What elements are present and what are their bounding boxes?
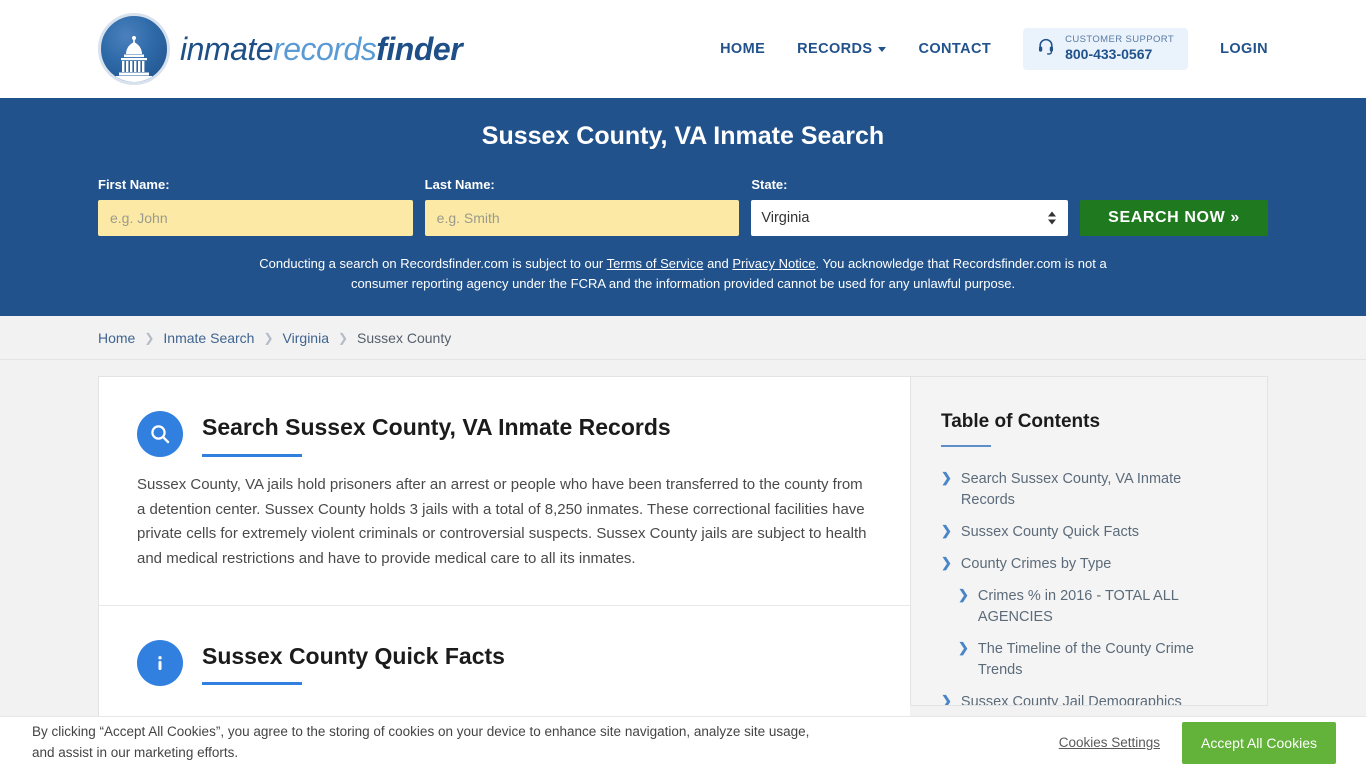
chevron-right-icon: ❯ [941,470,952,486]
cookie-banner-text: By clicking “Accept All Cookies”, you ag… [32,724,810,760]
logo-wordmark: inmaterecordsfinder [180,31,463,67]
cookies-settings-link[interactable]: Cookies Settings [1059,735,1160,750]
breadcrumb: Home ❯ Inmate Search ❯ Virginia ❯ Sussex… [0,316,1366,361]
state-label: State: [751,177,788,192]
logo-word-records: records [273,31,377,67]
toc-list: ❯ Search Sussex County, VA Inmate Record… [941,469,1237,707]
disclaimer-text-part1: Conducting a search on Recordsfinder.com… [259,256,607,271]
nav-item-home-label: HOME [720,40,766,57]
state-select[interactable]: Virginia [751,200,1068,236]
toc-item-label: Crimes % in 2016 - TOTAL ALL AGENCIES [977,588,1179,626]
breadcrumb-item-inmate-search[interactable]: Inmate Search [163,330,254,346]
terms-of-service-link[interactable]: Terms of Service [607,256,704,271]
logo-word-finder: finder [376,31,463,67]
support-label: CUSTOMER SUPPORT [1065,34,1175,46]
section-body-search-records: Sussex County, VA jails hold prisoners a… [137,476,867,567]
section-title-quick-facts: Sussex County Quick Facts [202,642,505,669]
breadcrumb-separator-icon: ❯ [337,330,349,345]
breadcrumb-separator-icon: ❯ [263,330,274,345]
main-navigation: HOME RECORDS CONTACT CUSTOMER SUPPORT 80… [720,28,1268,70]
toc-item-crimes-percent-2016[interactable]: ❯ Crimes % in 2016 - TOTAL ALL AGENCIES [941,586,1237,628]
nav-item-home[interactable]: HOME [720,41,765,57]
title-accent-rule [202,453,302,457]
breadcrumb-item-home[interactable]: Home [98,330,135,346]
site-logo[interactable]: inmaterecordsfinder [98,13,463,85]
headset-icon [1037,37,1055,60]
breadcrumb-item-virginia[interactable]: Virginia [283,330,329,346]
chevron-right-icon: ❯ [941,555,952,571]
first-name-input[interactable] [98,200,413,236]
section-search-inmate-records: Search Sussex County, VA Inmate Records … [99,377,910,607]
toc-item-label: Search Sussex County, VA Inmate Records [960,471,1182,509]
cookie-banner-actions: Cookies Settings Accept All Cookies [1059,721,1336,764]
accept-all-cookies-button[interactable]: Accept All Cookies [1182,721,1336,764]
nav-item-records[interactable]: RECORDS [797,40,887,57]
breadcrumb-separator-icon: ❯ [144,330,155,345]
toc-item-label: Sussex County Quick Facts [960,524,1139,541]
nav-item-contact[interactable]: CONTACT [918,41,991,57]
hero-search-section: Sussex County, VA Inmate Search First Na… [0,98,1366,317]
page-body: Search Sussex County, VA Inmate Records … [0,360,1366,738]
toc-item-quick-facts[interactable]: ❯ Sussex County Quick Facts [941,522,1237,543]
toc-item-label: Sussex County Jail Demographics [960,694,1182,707]
search-disclaimer: Conducting a search on Recordsfinder.com… [253,254,1113,294]
inmate-search-form: First Name: Last Name: State: Virginia S… [98,177,1268,236]
state-field-group: State: Virginia [751,177,1068,236]
last-name-input[interactable] [424,200,740,236]
chevron-right-icon: ❯ [941,693,952,707]
table-of-contents: Table of Contents ❯ Search Sussex County… [910,376,1268,707]
chevron-right-icon: ❯ [958,640,969,656]
title-accent-rule [202,682,302,686]
nav-item-records-label: RECORDS [797,40,873,57]
first-name-label: First Name: [98,177,170,192]
toc-accent-rule [941,445,991,448]
nav-item-contact-label: CONTACT [918,40,992,57]
search-now-button[interactable]: SEARCH NOW » [1080,200,1268,236]
search-circle-icon [137,411,183,458]
chevron-right-icon: ❯ [958,587,969,603]
nav-item-login[interactable]: LOGIN [1220,41,1268,57]
first-name-field-group: First Name: [98,177,413,236]
page-title: Sussex County, VA Inmate Search [481,122,885,150]
toc-item-label: The Timeline of the County Crime Trends [977,641,1194,679]
disclaimer-text-part2: and [703,256,733,271]
cookie-consent-banner: By clicking “Accept All Cookies”, you ag… [0,716,1366,768]
info-circle-icon [137,640,183,687]
toc-title: Table of Contents [941,411,1101,433]
main-content-card: Search Sussex County, VA Inmate Records … [98,376,910,738]
capitol-dome-icon [98,13,170,85]
customer-support-badge[interactable]: CUSTOMER SUPPORT 800-433-0567 [1023,28,1189,70]
privacy-notice-link[interactable]: Privacy Notice [732,256,815,271]
toc-item-crime-trends-timeline[interactable]: ❯ The Timeline of the County Crime Trend… [941,639,1237,681]
toc-item-search-records[interactable]: ❯ Search Sussex County, VA Inmate Record… [941,469,1237,511]
last-name-label: Last Name: [424,177,495,192]
nav-item-login-label: LOGIN [1220,40,1268,57]
toc-item-label: County Crimes by Type [960,556,1112,573]
breadcrumb-item-sussex-county: Sussex County [357,329,452,346]
support-phone-number: 800-433-0567 [1065,46,1153,63]
toc-item-county-crimes-by-type[interactable]: ❯ County Crimes by Type [941,554,1237,575]
site-header: inmaterecordsfinder HOME RECORDS CONTACT… [0,0,1366,98]
chevron-down-icon [878,47,887,53]
section-title-search-records: Search Sussex County, VA Inmate Records [202,413,671,440]
logo-word-inmate: inmate [180,31,274,67]
chevron-right-icon: ❯ [941,523,952,539]
toc-item-jail-demographics[interactable]: ❯ Sussex County Jail Demographics [941,692,1237,707]
last-name-field-group: Last Name: [424,177,740,236]
